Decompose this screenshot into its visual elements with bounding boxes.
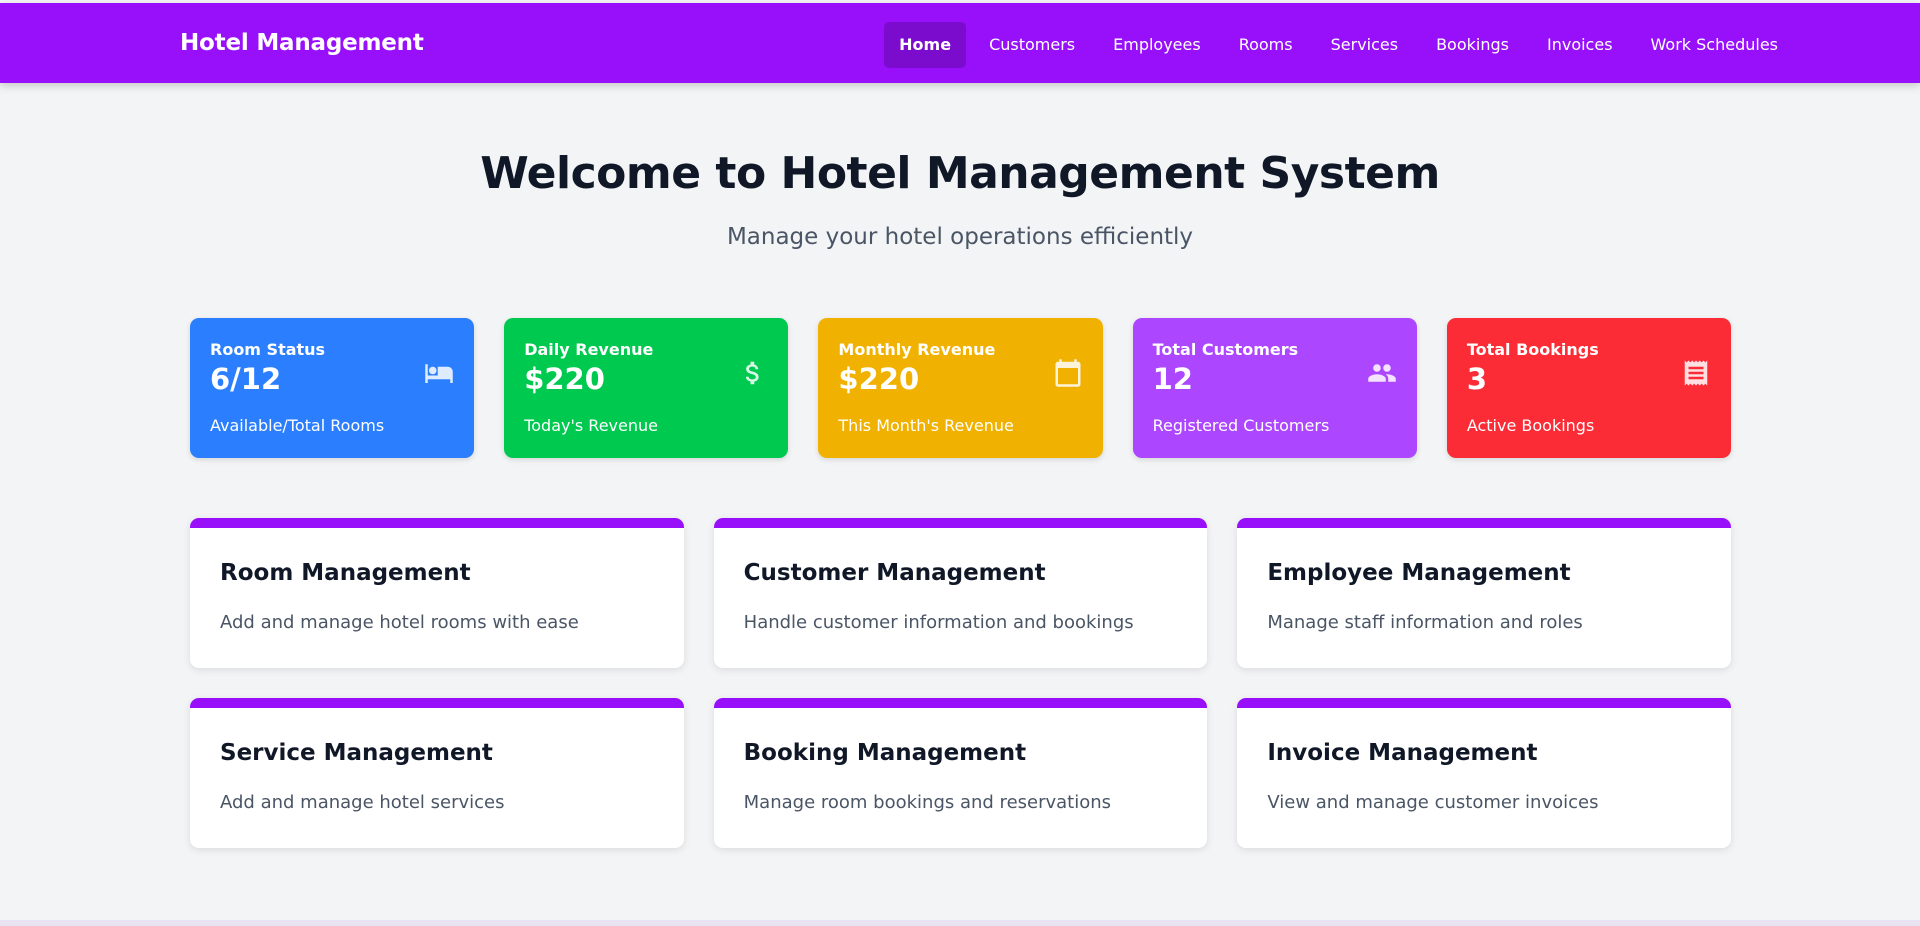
card-accent-bar xyxy=(713,518,1208,528)
page-subtitle: Manage your hotel operations efficiently xyxy=(726,224,1194,250)
nav-services[interactable]: Services xyxy=(1316,22,1413,68)
stat-value: 12 xyxy=(1152,362,1193,396)
page-bottom-divider xyxy=(0,920,1920,926)
stat-value: 3 xyxy=(1466,362,1487,396)
stats-row: Room Status 6/12 Available/Total Rooms D… xyxy=(190,318,1732,458)
stat-value: $220 xyxy=(838,362,920,396)
stat-label: Room Status xyxy=(210,340,326,359)
module-card-invoice[interactable]: Invoice Management View and manage custo… xyxy=(1237,698,1731,848)
stat-card-total-customers: Total Customers 12 Registered Customers xyxy=(1132,318,1417,458)
module-card-room[interactable]: Room Management Add and manage hotel roo… xyxy=(190,518,684,668)
main-nav: Home Customers Employees Rooms Services … xyxy=(884,22,1793,68)
card-title: Service Management xyxy=(220,740,493,766)
card-accent-bar xyxy=(1237,518,1731,528)
card-title: Customer Management xyxy=(743,560,1046,586)
card-desc: Manage room bookings and reservations xyxy=(743,792,1112,813)
nav-employees[interactable]: Employees xyxy=(1098,22,1216,68)
card-desc: Handle customer information and bookings xyxy=(743,612,1134,633)
nav-invoices[interactable]: Invoices xyxy=(1532,22,1628,68)
stat-card-daily-revenue: Daily Revenue $220 Today's Revenue xyxy=(504,318,789,458)
stat-label: Daily Revenue xyxy=(524,340,654,359)
module-card-service[interactable]: Service Management Add and manage hotel … xyxy=(190,698,684,848)
card-desc: Add and manage hotel services xyxy=(220,792,505,813)
card-title: Booking Management xyxy=(743,740,1027,766)
nav-customers[interactable]: Customers xyxy=(974,22,1090,68)
stat-label: Monthly Revenue xyxy=(838,340,996,359)
card-title: Employee Management xyxy=(1267,560,1571,586)
page-title: Welcome to Hotel Management System xyxy=(480,148,1440,199)
users-icon xyxy=(1367,358,1397,388)
card-accent-bar xyxy=(190,698,684,708)
nav-bookings[interactable]: Bookings xyxy=(1421,22,1524,68)
brand-title[interactable]: Hotel Management xyxy=(180,3,424,83)
bed-icon xyxy=(424,358,454,388)
top-navbar: Hotel Management Home Customers Employee… xyxy=(0,3,1920,83)
stat-label: Total Customers xyxy=(1152,340,1299,359)
calendar-icon xyxy=(1053,358,1083,388)
stat-desc: Today's Revenue xyxy=(524,416,658,435)
stat-label: Total Bookings xyxy=(1466,340,1599,359)
card-desc: Add and manage hotel rooms with ease xyxy=(220,612,579,633)
dollar-icon xyxy=(738,358,768,388)
stat-desc: Available/Total Rooms xyxy=(210,416,385,435)
card-desc: View and manage customer invoices xyxy=(1267,792,1599,813)
nav-work-schedules[interactable]: Work Schedules xyxy=(1636,22,1793,68)
module-card-customer[interactable]: Customer Management Handle customer info… xyxy=(713,518,1208,668)
stat-desc: Active Bookings xyxy=(1466,416,1595,435)
stat-desc: Registered Customers xyxy=(1152,416,1330,435)
card-desc: Manage staff information and roles xyxy=(1267,612,1583,633)
nav-home[interactable]: Home xyxy=(884,22,967,68)
card-title: Invoice Management xyxy=(1267,740,1538,766)
stat-value: $220 xyxy=(524,362,605,396)
nav-rooms[interactable]: Rooms xyxy=(1224,22,1308,68)
management-modules: Room Management Add and manage hotel roo… xyxy=(190,518,1731,848)
stat-card-total-bookings: Total Bookings 3 Active Bookings xyxy=(1446,318,1732,458)
card-accent-bar xyxy=(1237,698,1731,708)
card-accent-bar xyxy=(190,518,684,528)
stat-card-room-status: Room Status 6/12 Available/Total Rooms xyxy=(190,318,475,458)
module-card-booking[interactable]: Booking Management Manage room bookings … xyxy=(713,698,1208,848)
stat-card-monthly-revenue: Monthly Revenue $220 This Month's Revenu… xyxy=(818,318,1103,458)
card-title: Room Management xyxy=(220,560,471,586)
stat-value: 6/12 xyxy=(210,362,282,396)
card-accent-bar xyxy=(713,698,1208,708)
module-card-employee[interactable]: Employee Management Manage staff informa… xyxy=(1237,518,1731,668)
stat-desc: This Month's Revenue xyxy=(838,416,1014,435)
receipt-icon xyxy=(1681,358,1711,388)
